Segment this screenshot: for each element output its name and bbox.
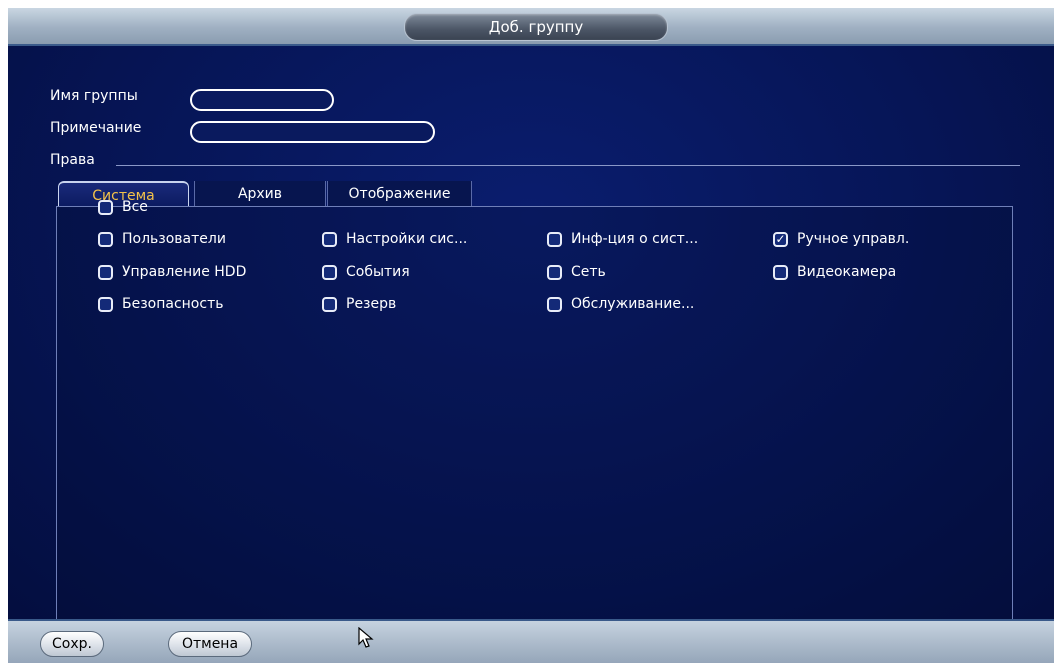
- tab-display[interactable]: Отображение: [327, 181, 472, 207]
- checkbox-icon[interactable]: [98, 231, 113, 247]
- group-name-input[interactable]: [190, 89, 334, 111]
- checkbox-system-info[interactable]: Инф-ция о сист...: [547, 228, 698, 250]
- checkbox-icon[interactable]: [322, 296, 337, 312]
- checkbox-label: Резерв: [346, 296, 397, 312]
- checkbox-label: Ручное управл.: [797, 231, 910, 247]
- checkbox-network[interactable]: Сеть: [547, 261, 606, 283]
- save-button[interactable]: Сохр.: [40, 631, 104, 657]
- checkbox-security[interactable]: Безопасность: [98, 293, 223, 315]
- dialog-title: Доб. группу: [404, 13, 668, 41]
- checkbox-icon[interactable]: [773, 264, 788, 280]
- checkbox-icon[interactable]: [322, 264, 337, 280]
- checkbox-label: Безопасность: [122, 296, 224, 312]
- rights-divider: [116, 165, 1020, 166]
- mouse-cursor-icon: [358, 627, 374, 648]
- checkbox-system-settings[interactable]: Настройки сис...: [322, 228, 467, 250]
- title-bar: Доб. группу: [8, 8, 1054, 46]
- tab-archive[interactable]: Архив: [194, 181, 326, 207]
- checkbox-manual-control[interactable]: ✓ Ручное управл.: [773, 228, 909, 250]
- checkbox-label: Пользователи: [122, 231, 226, 247]
- checkbox-hdd-management[interactable]: Управление HDD: [98, 261, 246, 283]
- cancel-button[interactable]: Отмена: [168, 631, 252, 657]
- checkbox-label: Обслуживание...: [571, 296, 695, 312]
- checkbox-icon[interactable]: [322, 231, 337, 247]
- checkbox-icon[interactable]: [547, 231, 562, 247]
- add-group-dialog: Доб. группу Имя группы Примечание Права …: [8, 8, 1054, 663]
- checkbox-icon[interactable]: [547, 296, 562, 312]
- checkbox-backup[interactable]: Резерв: [322, 293, 396, 315]
- checkbox-label: Видеокамера: [797, 264, 897, 280]
- note-label: Примечание: [50, 120, 142, 136]
- checkbox-all[interactable]: Все: [98, 196, 148, 218]
- checkbox-camera[interactable]: Видеокамера: [773, 261, 896, 283]
- checkbox-checked-icon[interactable]: ✓: [773, 231, 788, 247]
- checkbox-icon[interactable]: [98, 296, 113, 312]
- checkbox-label: События: [346, 264, 410, 280]
- note-input[interactable]: [190, 121, 435, 143]
- checkbox-label: Управление HDD: [122, 264, 247, 280]
- checkbox-maintenance[interactable]: Обслуживание...: [547, 293, 694, 315]
- checkbox-icon[interactable]: [547, 264, 562, 280]
- dialog-content: Имя группы Примечание Права Система Архи…: [8, 46, 1054, 625]
- checkbox-icon[interactable]: [98, 199, 113, 215]
- checkbox-icon[interactable]: [98, 264, 113, 280]
- checkbox-label: Настройки сис...: [346, 231, 468, 247]
- checkbox-events[interactable]: События: [322, 261, 410, 283]
- group-name-label: Имя группы: [50, 88, 138, 104]
- checkbox-label: Все: [122, 199, 148, 215]
- checkbox-users[interactable]: Пользователи: [98, 228, 226, 250]
- checkbox-label: Инф-ция о сист...: [571, 231, 699, 247]
- bottom-bar: Сохр. Отмена: [8, 619, 1054, 663]
- rights-label: Права: [50, 152, 95, 168]
- checkbox-label: Сеть: [571, 264, 606, 280]
